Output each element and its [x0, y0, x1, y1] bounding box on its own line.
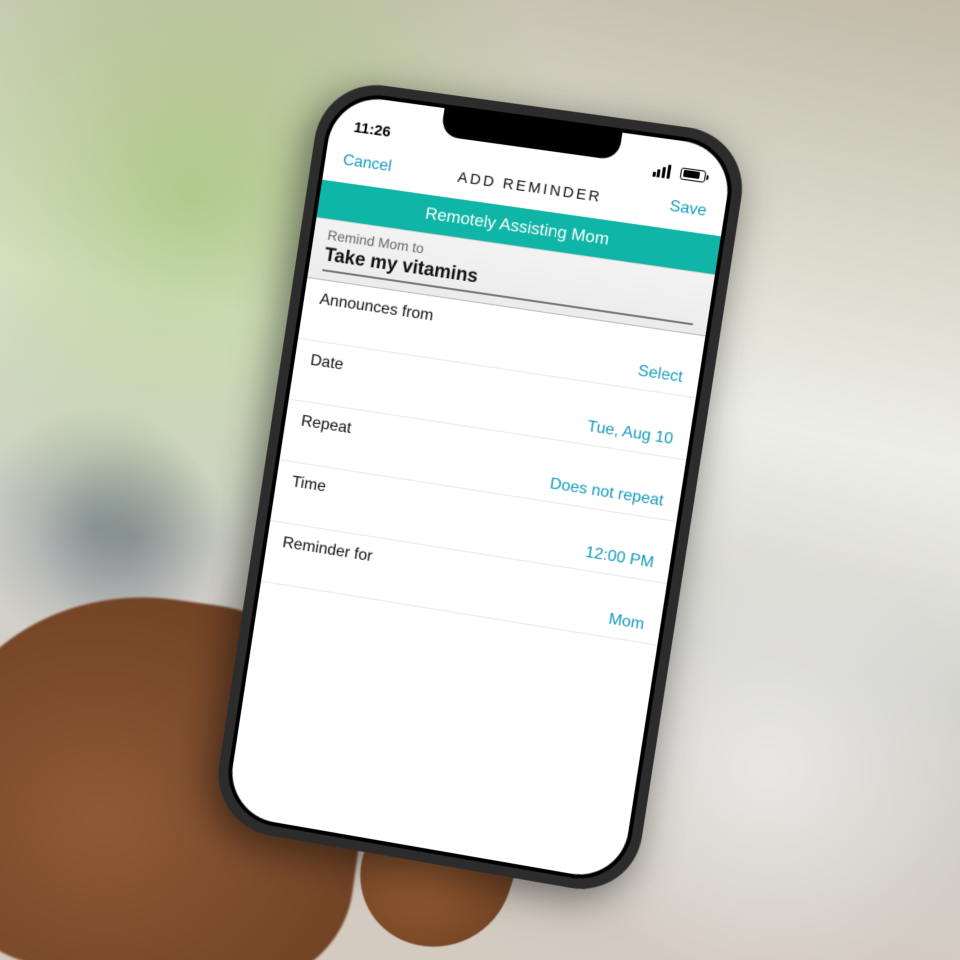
scene-background: 11:26 Cancel ADD REMINDE [0, 0, 960, 960]
row-value-time: 12:00 PM [584, 544, 655, 572]
row-value-announces: Select [637, 362, 684, 386]
cancel-button[interactable]: Cancel [342, 152, 393, 177]
save-button[interactable]: Save [668, 198, 707, 221]
page-title: ADD REMINDER [457, 168, 604, 205]
row-value-for: Mom [607, 611, 645, 634]
phone: 11:26 Cancel ADD REMINDE [212, 80, 748, 897]
battery-icon [680, 167, 707, 183]
cellular-signal-icon [652, 162, 672, 178]
status-time: 11:26 [353, 119, 392, 141]
wifi-icon [674, 164, 677, 181]
